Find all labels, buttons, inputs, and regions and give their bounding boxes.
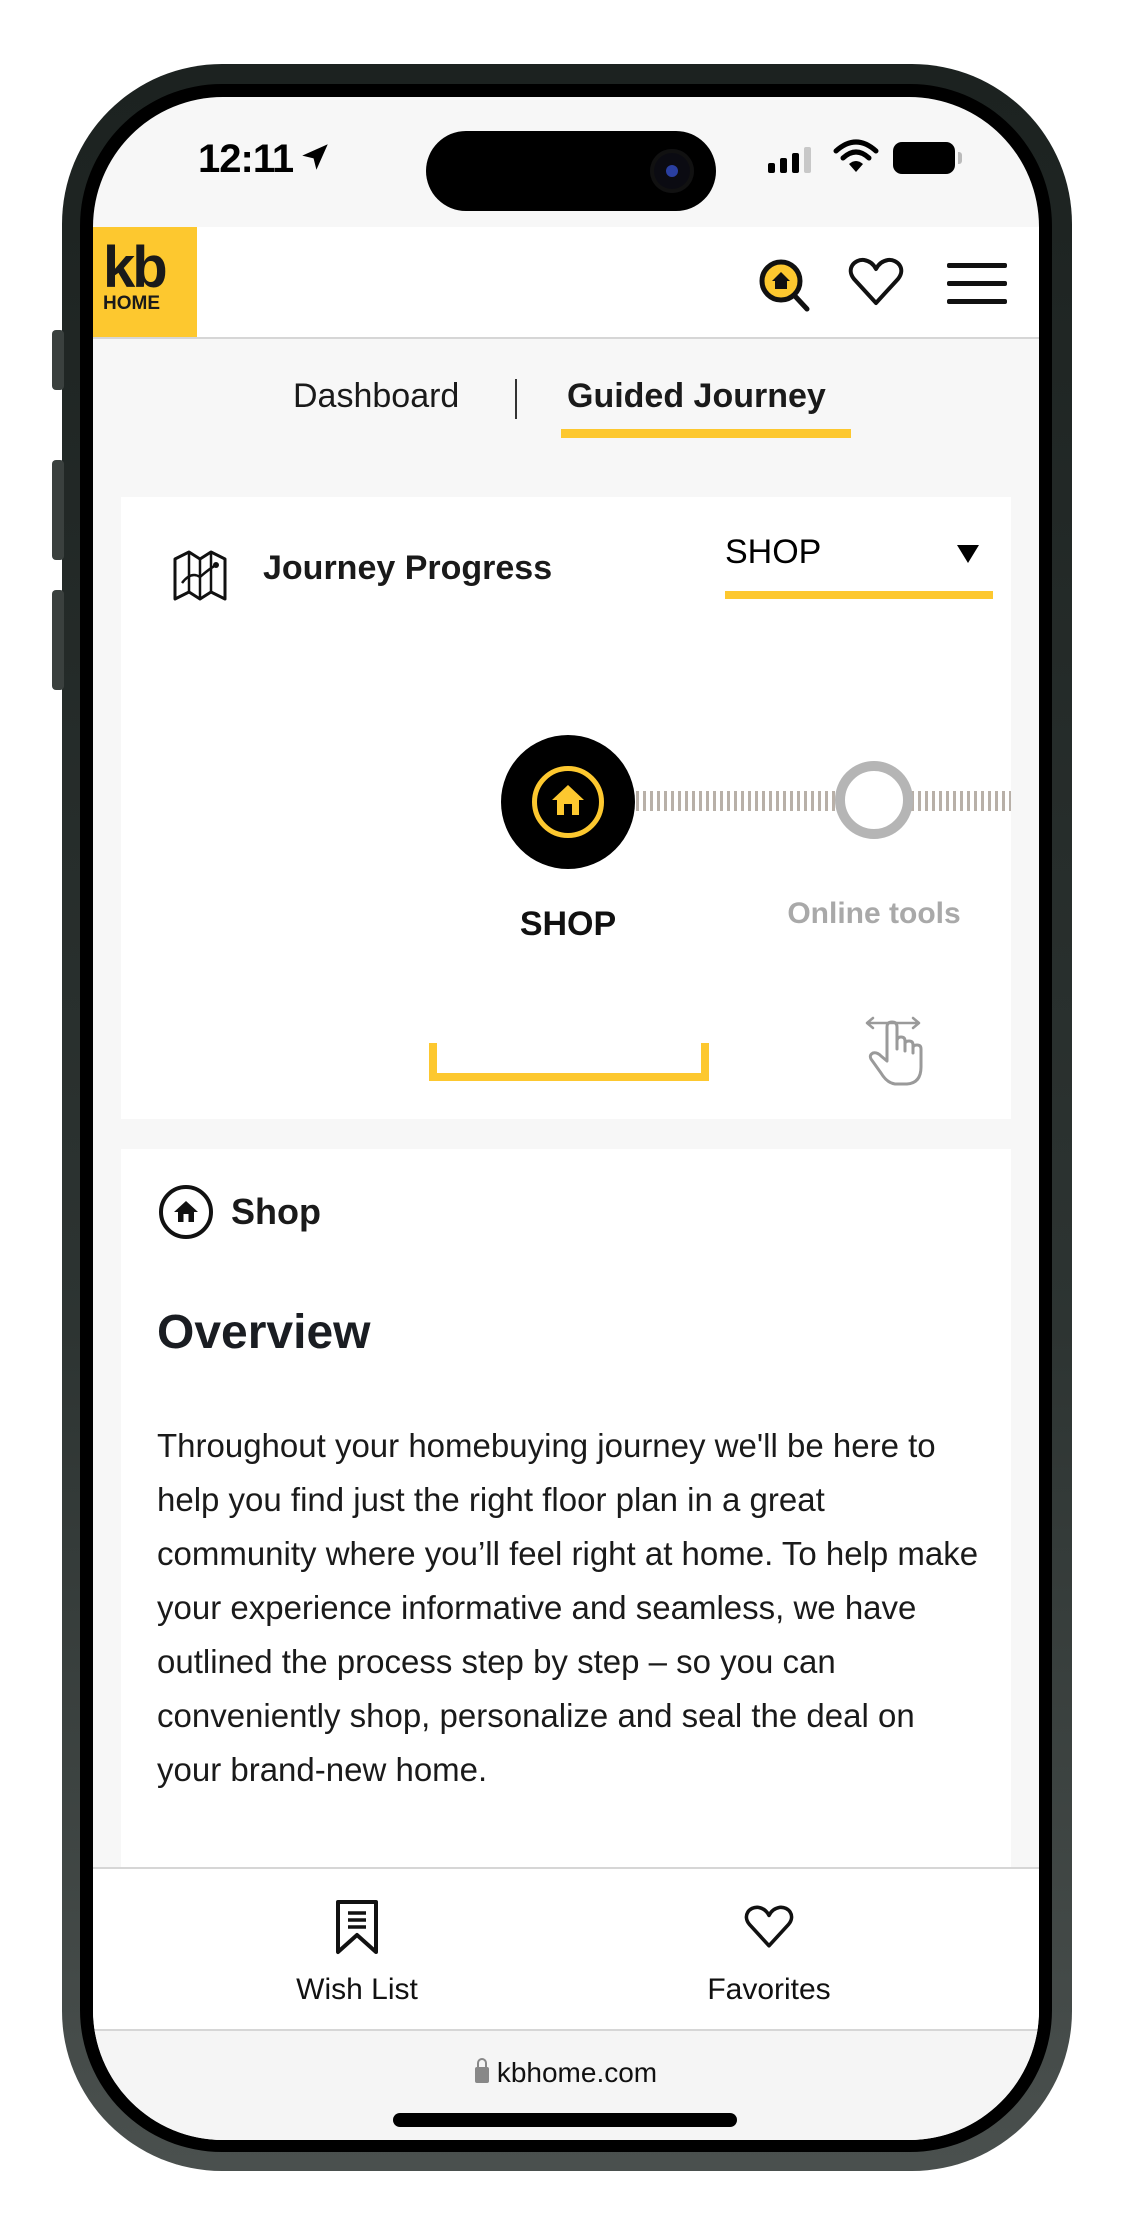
location-arrow-icon	[302, 144, 328, 170]
swipe-hand-icon	[865, 1016, 923, 1086]
home-icon	[552, 785, 584, 815]
current-step-bracket	[429, 1043, 709, 1081]
dynamic-island	[426, 131, 716, 211]
hamburger-menu-icon[interactable]	[947, 263, 1007, 305]
screen: 12:11 kb HOME Dashboard Guided Journey J…	[93, 97, 1039, 2140]
overview-body: Throughout your homebuying journey we'll…	[157, 1427, 979, 1788]
browser-address-bar[interactable]: kbhome.com	[93, 2031, 1039, 2140]
journey-progress-card: Journey Progress SHOP SHOP Online tools	[121, 497, 1011, 1119]
wifi-icon	[833, 139, 879, 172]
tab-guided-journey[interactable]: Guided Journey	[567, 377, 826, 416]
bottom-nav: Wish List Favorites	[93, 1867, 1039, 2031]
home-indicator[interactable]	[393, 2113, 737, 2127]
heart-icon	[744, 1905, 794, 1948]
favorites-button[interactable]: Favorites	[669, 1899, 869, 2007]
phone-volume-down	[52, 590, 64, 690]
url-text: kbhome.com	[496, 2057, 658, 2088]
progress-track	[629, 791, 841, 811]
heart-icon[interactable]	[848, 257, 904, 307]
tab-divider	[515, 379, 517, 419]
url-display[interactable]: kbhome.com	[93, 2057, 1039, 2089]
step-shop-current[interactable]	[501, 735, 635, 869]
progress-track	[911, 791, 1011, 811]
logo-subtext: HOME	[103, 293, 160, 314]
camera-icon	[650, 149, 694, 193]
status-time: 12:11	[198, 137, 294, 181]
phone-volume-up	[52, 460, 64, 560]
kb-home-logo[interactable]: kb HOME	[93, 227, 197, 337]
map-icon	[173, 550, 227, 601]
active-tab-indicator	[561, 429, 851, 438]
overview-heading: Overview	[157, 1306, 371, 1359]
site-header: kb HOME	[93, 227, 1039, 339]
cellular-signal-icon	[768, 147, 811, 173]
battery-icon	[893, 142, 962, 174]
step-label-online-tools: Online tools	[787, 897, 961, 930]
wish-list-label: Wish List	[296, 1973, 418, 2006]
lock-icon	[474, 2058, 489, 2083]
favorites-label: Favorites	[707, 1973, 831, 2006]
logo-text: kb	[103, 235, 168, 300]
caret-down-icon	[957, 545, 979, 563]
wish-list-button[interactable]: Wish List	[257, 1899, 457, 2007]
stage-dropdown[interactable]: SHOP	[725, 533, 993, 599]
stage-dropdown-value: SHOP	[725, 533, 822, 571]
home-search-icon[interactable]	[757, 257, 813, 313]
phone-side-button	[52, 330, 64, 390]
shop-home-icon	[159, 1185, 213, 1239]
step-label-shop: SHOP	[519, 905, 617, 943]
journey-progress-title: Journey Progress	[263, 549, 553, 587]
overview-card: Shop Overview Throughout your homebuying…	[121, 1149, 1011, 1869]
bookmark-list-icon	[336, 1900, 378, 1954]
section-label: Shop	[231, 1191, 321, 1232]
step-online-tools[interactable]	[835, 761, 913, 839]
tab-dashboard[interactable]: Dashboard	[293, 377, 459, 416]
view-tabs: Dashboard Guided Journey	[93, 357, 1039, 438]
